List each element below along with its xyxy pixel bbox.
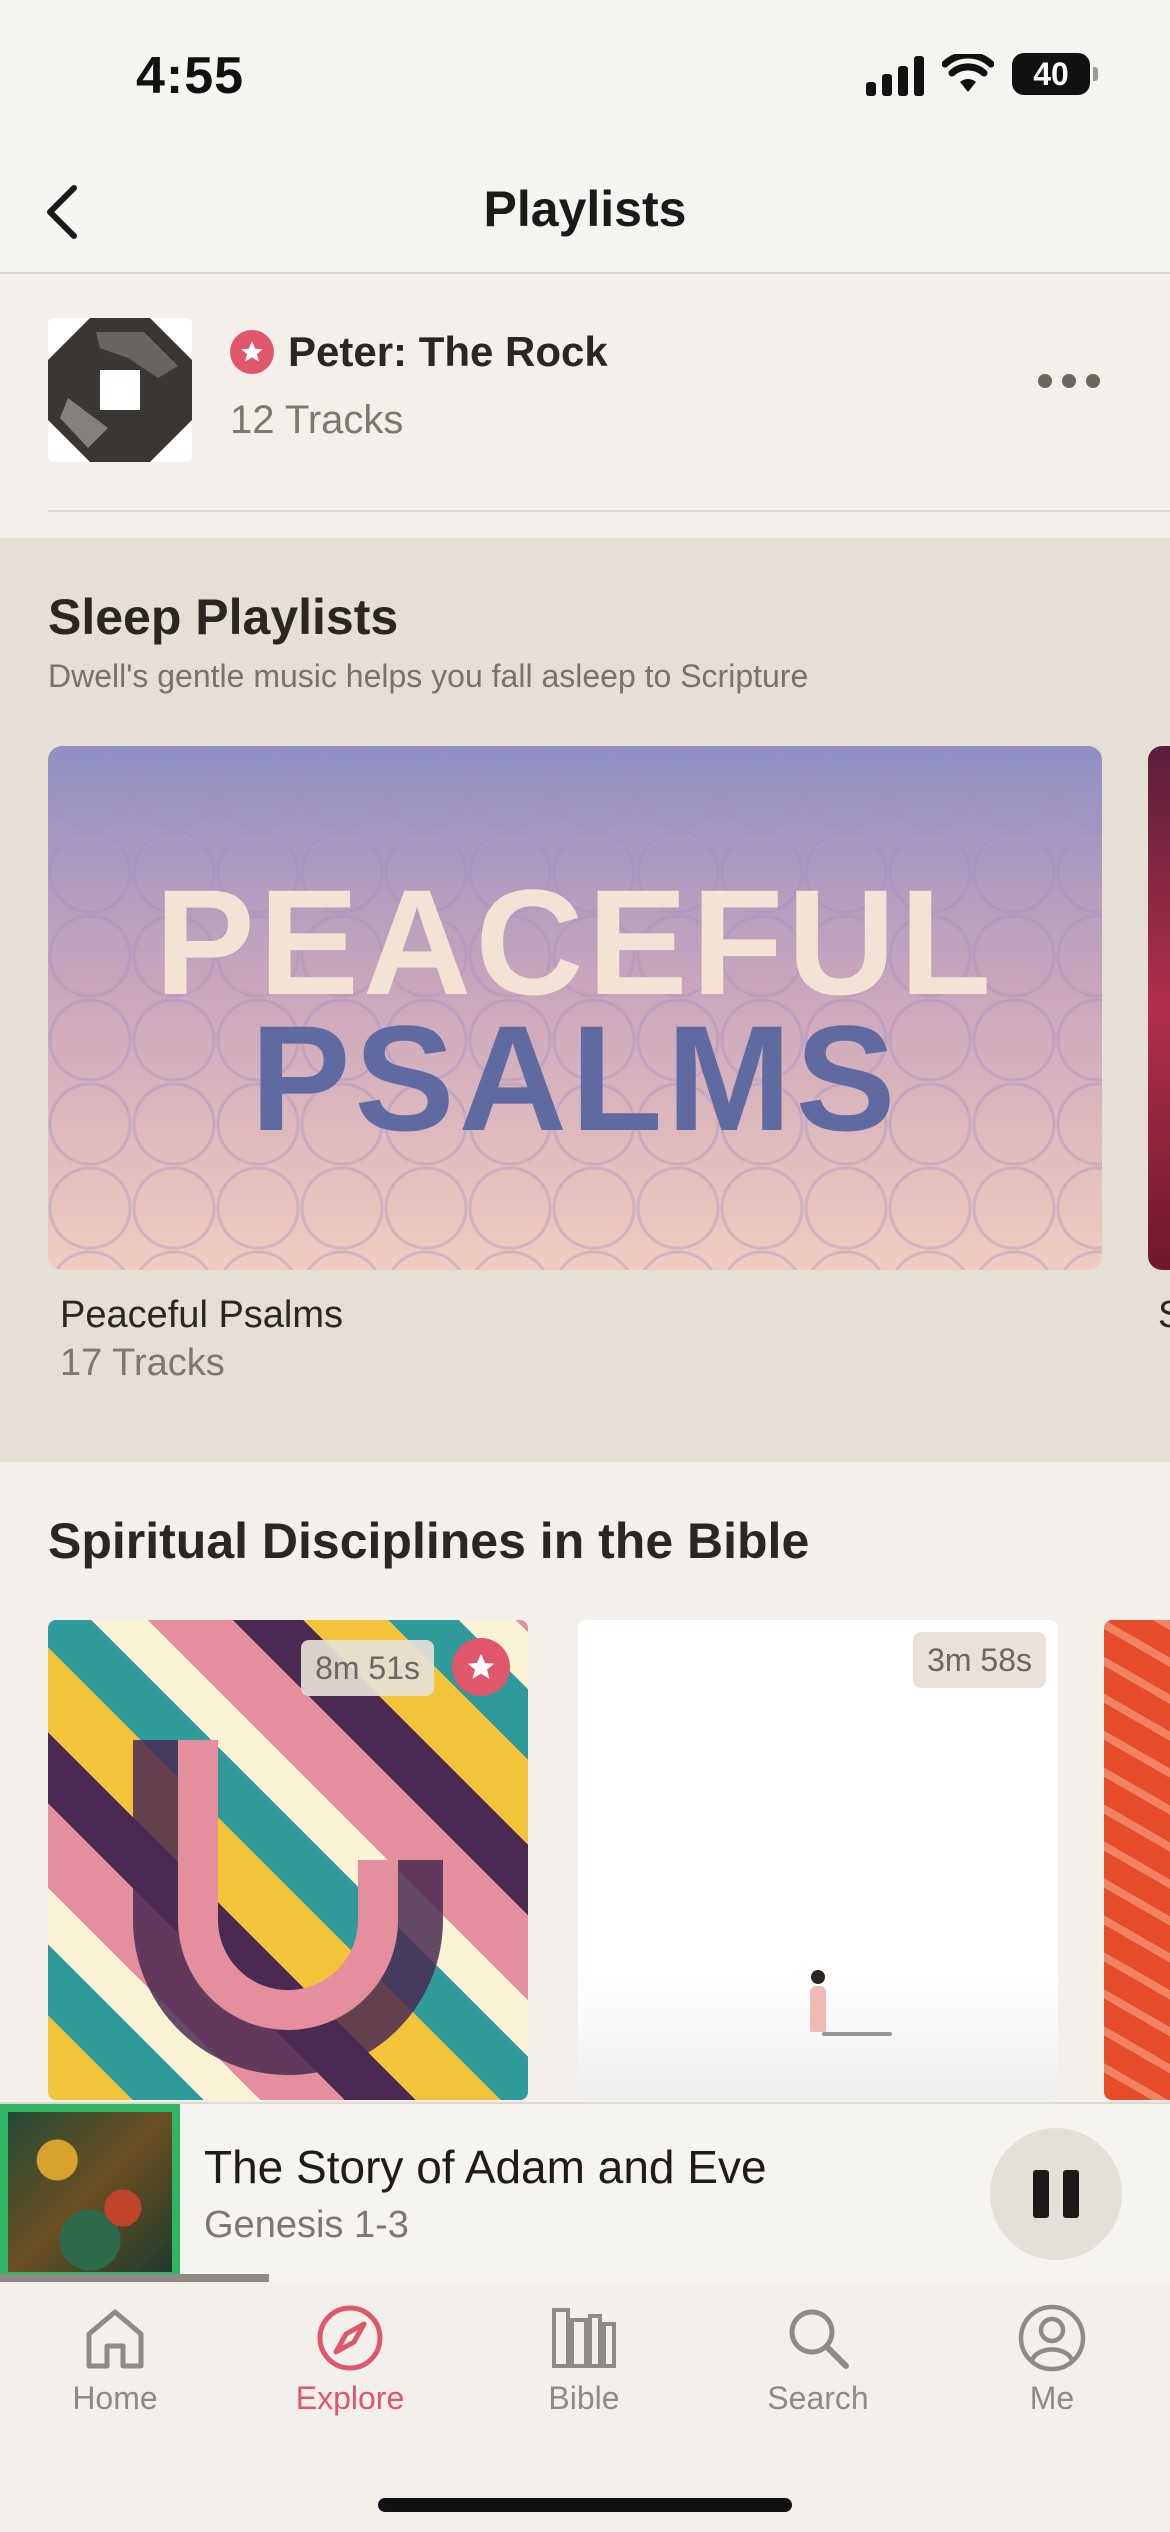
- horseshoe-artwork-icon: [133, 1740, 443, 2075]
- tab-label: Bible: [548, 2380, 620, 2416]
- status-time: 4:55: [136, 47, 245, 105]
- progress-fill: [0, 2274, 270, 2282]
- now-playing-artwork: [0, 2104, 180, 2280]
- playlist-track-count: 12 Tracks: [230, 398, 404, 442]
- playlist-artwork: [48, 318, 192, 462]
- profile-icon: [1018, 2304, 1086, 2372]
- figure-shadow: [822, 2032, 892, 2036]
- artwork-text: PSALMS: [250, 994, 900, 1162]
- playback-progress[interactable]: [0, 2274, 1170, 2282]
- episode-card[interactable]: 3m 58s: [578, 1620, 1058, 2100]
- favorite-star-icon: [230, 330, 274, 374]
- search-icon: [789, 2309, 849, 2369]
- playlist-title: Peter: The Rock: [288, 328, 608, 375]
- section-title: Sleep Playlists: [48, 589, 399, 645]
- episode-card[interactable]: 8m 51s: [48, 1620, 528, 2100]
- nav-header: Playlists: [0, 150, 1170, 274]
- tab-bible[interactable]: Bible: [484, 2302, 684, 2417]
- tab-label: Explore: [295, 2380, 405, 2416]
- section-subtitle: Dwell's gentle music helps you fall asle…: [48, 658, 809, 694]
- wifi-icon: [942, 54, 994, 92]
- battery-level: 40: [1033, 55, 1069, 92]
- tab-me[interactable]: Me: [952, 2302, 1152, 2417]
- page-title: Playlists: [483, 181, 687, 237]
- status-icons: 40: [866, 52, 1098, 96]
- card-title: Peaceful Psalms: [60, 1294, 344, 1336]
- rock-artwork-icon: [48, 318, 192, 462]
- spiritual-disciplines-section: Spiritual Disciplines in the Bible 8m 51…: [0, 1462, 1170, 2102]
- tab-search[interactable]: Search: [718, 2302, 918, 2417]
- more-options-button[interactable]: [1038, 374, 1100, 388]
- card-track-count: 17 Tracks: [60, 1342, 225, 1384]
- tab-label: Me: [1029, 2380, 1075, 2416]
- next-playlist-card[interactable]: [1148, 746, 1170, 1270]
- playlist-row[interactable]: Peter: The Rock 12 Tracks: [0, 276, 1170, 538]
- figure-illustration: [810, 1970, 826, 2034]
- episode-card[interactable]: [1104, 1620, 1170, 2100]
- peaceful-psalms-card[interactable]: PEACEFUL PSALMS: [48, 746, 1102, 1270]
- now-playing-title: The Story of Adam and Eve: [204, 2141, 767, 2193]
- home-icon: [86, 2309, 144, 2369]
- tab-home[interactable]: Home: [15, 2302, 215, 2417]
- mini-player[interactable]: The Story of Adam and Eve Genesis 1-3: [0, 2102, 1170, 2282]
- compass-icon: [317, 2305, 383, 2371]
- duration-badge: 3m 58s: [913, 1632, 1046, 1688]
- tab-label: Home: [72, 2380, 158, 2416]
- divider: [48, 510, 1170, 512]
- next-card-title: S: [1158, 1294, 1170, 1337]
- tab-explore[interactable]: Explore: [250, 2302, 450, 2417]
- bible-icon: [552, 2308, 616, 2368]
- now-playing-subtitle: Genesis 1-3: [204, 2204, 409, 2246]
- pause-icon: [1033, 2170, 1049, 2218]
- status-bar: 4:55 40: [0, 0, 1170, 150]
- tab-bar: Home Explore Bible Search Me: [0, 2282, 1170, 2532]
- tab-label: Search: [767, 2380, 869, 2416]
- cellular-signal-icon: [866, 52, 924, 96]
- battery-icon: 40: [1012, 53, 1098, 95]
- playlist-title-group: Peter: The Rock: [230, 328, 608, 376]
- home-indicator: [378, 2498, 792, 2512]
- pause-button[interactable]: [990, 2128, 1122, 2260]
- sleep-playlists-section: Sleep Playlists Dwell's gentle music hel…: [0, 538, 1170, 1462]
- favorite-star-icon: [452, 1638, 510, 1696]
- duration-badge: 8m 51s: [301, 1640, 434, 1696]
- section-title: Spiritual Disciplines in the Bible: [48, 1513, 810, 1569]
